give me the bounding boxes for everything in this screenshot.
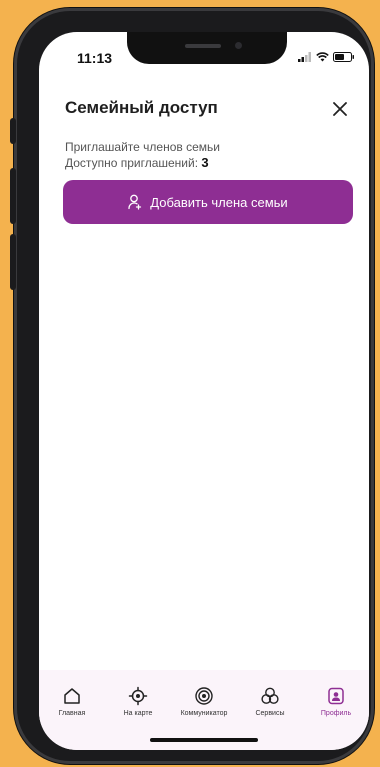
add-button-label: Добавить члена семьи bbox=[150, 194, 288, 210]
volume-up-button bbox=[10, 168, 16, 224]
available-count: 3 bbox=[201, 155, 209, 170]
tab-services-label: Сервисы bbox=[255, 710, 285, 717]
invite-info: Приглашайте членов семьи Доступно пригла… bbox=[65, 140, 220, 171]
add-person-icon bbox=[128, 194, 142, 210]
close-icon bbox=[333, 102, 347, 116]
status-time: 11:13 bbox=[77, 50, 113, 66]
battery-icon bbox=[333, 52, 354, 62]
tab-services[interactable]: Сервисы bbox=[237, 686, 303, 717]
available-invites: Доступно приглашений: 3 bbox=[65, 155, 220, 171]
tab-map-label: На карте bbox=[123, 710, 153, 717]
silent-switch bbox=[10, 118, 16, 144]
communicator-icon bbox=[195, 687, 213, 705]
wifi-icon bbox=[316, 52, 329, 62]
map-target-icon bbox=[128, 686, 148, 706]
notch bbox=[127, 32, 287, 64]
tab-communicator-label: Коммуникатор bbox=[180, 710, 228, 717]
tab-map[interactable]: На карте bbox=[105, 686, 171, 717]
home-indicator bbox=[150, 738, 258, 742]
screen: 11:13 Семейный доступ Приглашайте членов… bbox=[39, 32, 369, 750]
tab-communicator[interactable]: Коммуникатор bbox=[171, 686, 237, 717]
status-icons bbox=[298, 52, 355, 62]
services-icon bbox=[261, 687, 279, 704]
volume-down-button bbox=[10, 234, 16, 290]
front-camera bbox=[235, 42, 242, 49]
speaker-grille bbox=[185, 44, 221, 48]
tab-profile[interactable]: Профиль bbox=[303, 686, 369, 717]
profile-icon bbox=[328, 687, 344, 705]
phone-frame: 11:13 Семейный доступ Приглашайте членов… bbox=[10, 8, 374, 764]
close-button[interactable] bbox=[329, 98, 351, 120]
available-label: Доступно приглашений: bbox=[65, 156, 199, 170]
page-title: Семейный доступ bbox=[65, 98, 218, 117]
tab-home-label: Главная bbox=[58, 710, 86, 717]
invite-text: Приглашайте членов семьи bbox=[65, 140, 220, 154]
add-family-member-button[interactable]: Добавить члена семьи bbox=[63, 180, 353, 224]
tab-home[interactable]: Главная bbox=[39, 686, 105, 717]
home-icon bbox=[64, 688, 80, 704]
signal-icon bbox=[298, 52, 311, 62]
tab-profile-label: Профиль bbox=[320, 710, 352, 717]
